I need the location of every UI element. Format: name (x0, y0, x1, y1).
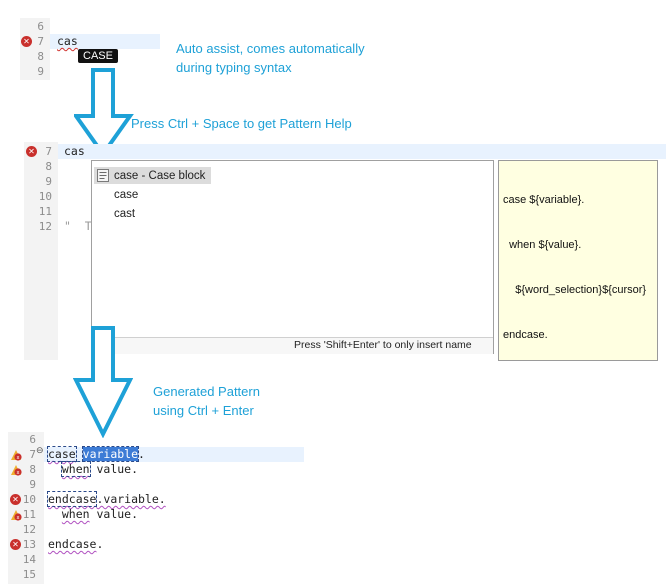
code-line-cas[interactable]: cas (64, 144, 85, 159)
code-line-10[interactable]: endcase.variable. (46, 491, 166, 507)
current-line-highlight-middle (58, 144, 666, 159)
warning-error-icon[interactable]: x (10, 509, 22, 521)
note-line: using Ctrl + Enter (153, 403, 254, 418)
error-icon[interactable]: ✕ (21, 36, 32, 47)
warning-error-icon[interactable]: x (10, 464, 22, 476)
pattern-preview-tooltip: case ${variable}. when ${value}. ${word_… (498, 160, 658, 361)
code-line-11[interactable]: when value. (48, 507, 138, 522)
line-number: 12 (38, 220, 52, 233)
line-number: 8 (37, 50, 44, 63)
line-number: 9 (37, 65, 44, 78)
proposal-case-block[interactable]: case - Case block (114, 168, 205, 184)
down-arrow-icon (73, 326, 133, 438)
line-number: 6 (29, 433, 36, 446)
svg-text:x: x (17, 470, 20, 476)
placeholder-variable[interactable]: variable (81, 446, 140, 462)
proposal-case[interactable]: case (114, 187, 138, 203)
code-text: .variable. (96, 492, 166, 506)
tooltip-line: endcase. (503, 329, 548, 341)
keyword-when[interactable]: when (60, 461, 91, 477)
keyword-endcase[interactable]: endcase (46, 491, 98, 507)
code-line-faded: " T (64, 219, 92, 233)
arrow2-label: Generated Pattern using Ctrl + Enter (153, 382, 260, 420)
error-icon[interactable]: ✕ (10, 539, 21, 550)
keyword-case[interactable]: case (47, 446, 77, 462)
auto-assist-badge-label: CASE (83, 50, 113, 62)
code-text: . (138, 447, 145, 461)
svg-text:x: x (17, 455, 20, 461)
auto-assist-badge[interactable]: CASE (78, 49, 118, 63)
line-number: 9 (45, 175, 52, 188)
note-line: Generated Pattern (153, 384, 260, 399)
tooltip-line: ${word_selection}${cursor} (503, 284, 647, 296)
line-number: 9 (29, 478, 36, 491)
tooltip-line: when ${value}. (503, 239, 582, 251)
note-auto-assist: Auto assist, comes automatically during … (176, 39, 365, 77)
code-text: . (96, 537, 104, 551)
tooltip-line: case ${variable}. (503, 194, 585, 206)
line-number: 14 (22, 553, 36, 566)
code-text: value. (89, 462, 139, 476)
line-number: 12 (22, 523, 36, 536)
line-number: 8 (45, 160, 52, 173)
code-line-7[interactable]: case variable. (47, 446, 145, 462)
content-assist-popup[interactable]: case - Case block case cast Press 'Shift… (91, 160, 494, 354)
svg-text:x: x (17, 515, 20, 521)
line-number: 6 (37, 20, 44, 33)
error-icon[interactable]: ✕ (26, 146, 37, 157)
template-icon (97, 169, 109, 182)
note-line: during typing syntax (176, 60, 292, 75)
keyword-when[interactable]: when (62, 507, 90, 521)
line-number: 15 (22, 568, 36, 581)
popup-footer-text: Press 'Shift+Enter' to only insert name (294, 339, 472, 351)
keyword-endcase[interactable]: endcase (48, 537, 96, 551)
fold-collapse-icon[interactable]: ⊖ (36, 447, 44, 456)
code-line-cas[interactable]: cas (57, 34, 78, 49)
warning-error-icon[interactable]: x (10, 449, 22, 461)
line-number: 10 (38, 190, 52, 203)
error-icon[interactable]: ✕ (10, 494, 21, 505)
code-line-8[interactable]: when value. (48, 461, 139, 477)
line-number: 11 (38, 205, 52, 218)
proposal-cast[interactable]: cast (114, 206, 135, 222)
arrow1-label: Press Ctrl + Space to get Pattern Help (131, 116, 352, 131)
code-line-13[interactable]: endcase. (48, 537, 103, 552)
note-line: Auto assist, comes automatically (176, 41, 365, 56)
code-text: value. (89, 507, 139, 521)
